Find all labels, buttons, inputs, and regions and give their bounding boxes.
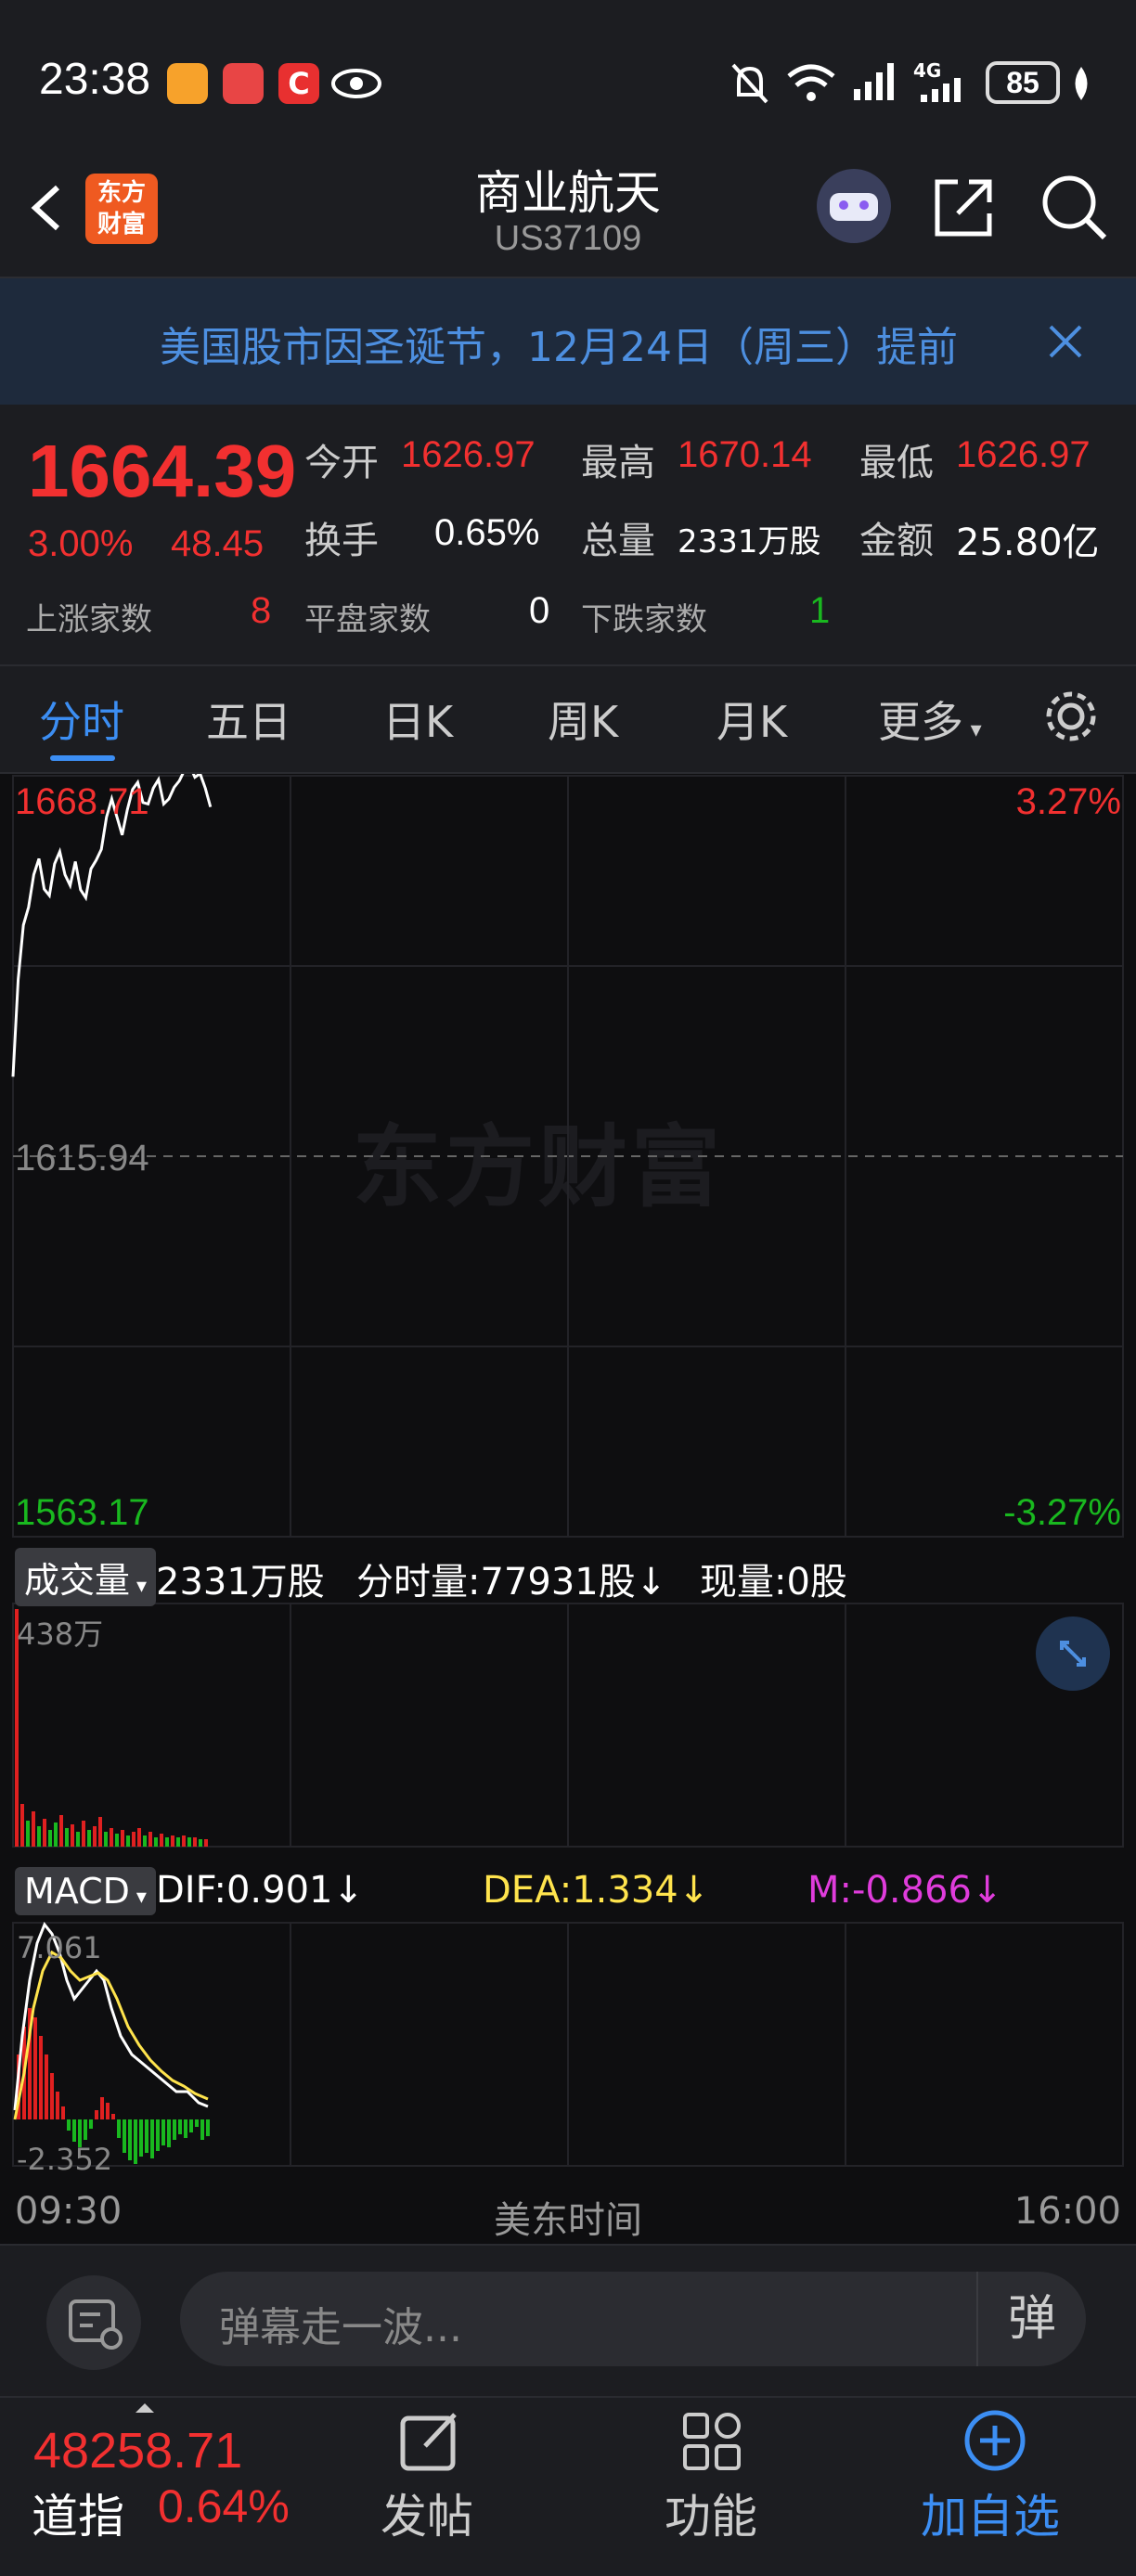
- app-notification-icon: [167, 63, 208, 104]
- volume-value: 2331万股: [678, 523, 821, 560]
- danmu-input-placeholder: 弹幕走一波...: [219, 2304, 462, 2351]
- chart-top-price: 1668.71: [15, 781, 149, 822]
- danmu-toggle-icon[interactable]: 弹: [976, 2272, 1086, 2366]
- share-icon[interactable]: [930, 174, 997, 241]
- low-value: 1626.97: [956, 434, 1091, 475]
- battery-indicator: 85: [986, 61, 1060, 104]
- mute-icon: [731, 63, 768, 104]
- index-pct[interactable]: 0.64%: [158, 2479, 290, 2533]
- settings-gear-icon[interactable]: [1041, 687, 1101, 746]
- chart-mid-price: 1615.94: [15, 1138, 149, 1179]
- close-icon[interactable]: [1047, 323, 1084, 360]
- add-watchlist-button[interactable]: 加自选: [921, 2479, 1060, 2546]
- flat-count: 0: [529, 590, 550, 631]
- tab-weekly-k[interactable]: 周K: [548, 689, 618, 750]
- macd-dea-line: [13, 1950, 209, 2120]
- robot-assistant-icon[interactable]: [817, 169, 891, 243]
- macd-min-label: -2.352: [17, 2142, 113, 2177]
- down-count-label: 下跌家数: [581, 601, 707, 638]
- add-watchlist-icon[interactable]: [962, 2407, 1028, 2474]
- macd-m: M:-0.866↓: [807, 1869, 1003, 1912]
- turnover-label: 换手: [304, 520, 379, 562]
- status-time: 23:38: [39, 55, 151, 104]
- amount-label: 金额: [859, 520, 934, 562]
- functions-button[interactable]: 功能: [665, 2479, 757, 2546]
- minute-volume: 分时量:77931股↓: [356, 1561, 667, 1604]
- active-tab-indicator: [50, 755, 115, 761]
- macd-indicator-selector[interactable]: MACD ▾: [15, 1867, 156, 1915]
- post-button[interactable]: 发帖: [381, 2479, 473, 2546]
- open-value: 1626.97: [401, 434, 536, 475]
- tab-more[interactable]: 更多 ▾: [878, 689, 982, 750]
- c-app-icon: C: [278, 63, 319, 104]
- volume-indicator-selector[interactable]: 成交量 ▾: [15, 1548, 157, 1606]
- macd-max-label: 7.061: [17, 1930, 102, 1965]
- time-axis-end: 16:00: [1013, 2190, 1121, 2233]
- volume-total: 2331万股: [156, 1561, 325, 1604]
- notice-text[interactable]: 美国股市因圣诞节，12月24日（周三）提前: [160, 314, 1002, 373]
- macd-dea: DEA:1.334↓: [483, 1869, 710, 1912]
- macd-dif: DIF:0.901↓: [156, 1869, 365, 1912]
- chart-top-pct: 3.27%: [1015, 781, 1121, 822]
- fullscreen-expand-icon[interactable]: [1036, 1616, 1110, 1691]
- high-label: 最高: [581, 442, 655, 484]
- tab-daily-k[interactable]: 日K: [382, 689, 453, 750]
- flat-count-label: 平盘家数: [304, 601, 431, 638]
- current-price: 1664.39: [28, 430, 297, 512]
- time-axis-label: 美东时间: [494, 2199, 642, 2242]
- signal-4g-icon: [921, 78, 961, 102]
- expand-up-icon[interactable]: [132, 2402, 158, 2415]
- danmu-settings-icon[interactable]: [46, 2275, 141, 2370]
- post-edit-icon[interactable]: [397, 2409, 462, 2474]
- up-count: 8: [251, 590, 272, 631]
- low-label: 最低: [859, 442, 934, 484]
- high-value: 1670.14: [678, 434, 812, 475]
- eye-icon: [331, 69, 381, 98]
- volume-label: 总量: [581, 520, 655, 562]
- signal-icon: [854, 63, 894, 100]
- open-label: 今开: [304, 442, 379, 484]
- tab-five-day[interactable]: 五日: [206, 689, 291, 750]
- chart-bottom-pct: -3.27%: [1003, 1492, 1121, 1533]
- turnover-value: 0.65%: [434, 512, 540, 553]
- index-value[interactable]: 48258.71: [33, 2422, 242, 2479]
- search-icon[interactable]: [1039, 173, 1110, 243]
- current-volume: 现量:0股: [700, 1561, 847, 1604]
- down-count: 1: [809, 590, 831, 631]
- functions-grid-icon[interactable]: [679, 2409, 744, 2474]
- wifi-icon: [787, 64, 835, 101]
- intraday-chart-svg: [11, 774, 1124, 2167]
- huawei-notification-icon: [223, 63, 264, 104]
- chart-bottom-price: 1563.17: [15, 1492, 149, 1533]
- change-pct: 3.00%: [28, 523, 134, 564]
- change-value: 48.45: [171, 523, 265, 564]
- volume-max-label: 438万: [17, 1616, 104, 1652]
- up-count-label: 上涨家数: [26, 601, 152, 638]
- tab-intraday[interactable]: 分时: [39, 689, 124, 750]
- tab-monthly-k[interactable]: 月K: [716, 689, 787, 750]
- index-name[interactable]: 道指: [32, 2479, 124, 2546]
- amount-value: 25.80亿: [956, 522, 1100, 564]
- leaf-icon: [1075, 67, 1088, 100]
